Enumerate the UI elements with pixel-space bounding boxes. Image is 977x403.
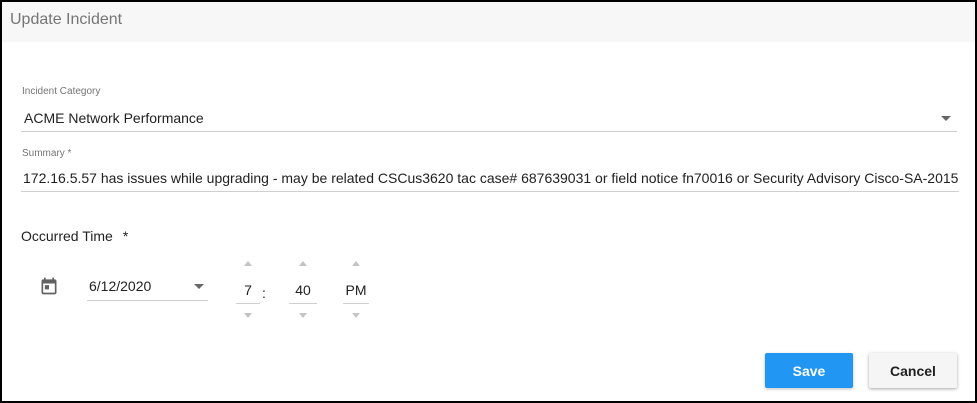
update-incident-dialog: Update Incident Incident Category ACME N… bbox=[0, 0, 977, 403]
increment-hour-icon[interactable] bbox=[244, 261, 252, 266]
save-button[interactable]: Save bbox=[765, 353, 853, 388]
cancel-button[interactable]: Cancel bbox=[869, 353, 957, 388]
hour-underline bbox=[236, 303, 260, 304]
calendar-icon[interactable] bbox=[39, 275, 59, 297]
increment-minute-icon[interactable] bbox=[299, 261, 307, 266]
summary-input[interactable]: Summary * 172.16.5.57 has issues while u… bbox=[21, 148, 959, 192]
incident-category-label: Incident Category bbox=[22, 86, 101, 97]
minute-value[interactable]: 40 bbox=[289, 276, 317, 304]
ampm-input[interactable]: PM bbox=[343, 276, 369, 304]
occurred-time-label: Occurred Time * bbox=[21, 228, 128, 244]
hour-input[interactable]: 7 bbox=[236, 276, 260, 304]
incident-category-underline bbox=[21, 131, 957, 132]
date-picker[interactable]: 6/12/2020 bbox=[87, 276, 208, 301]
chevron-down-icon[interactable] bbox=[194, 284, 204, 289]
time-separator: : bbox=[262, 285, 266, 301]
minute-input[interactable]: 40 bbox=[289, 276, 317, 304]
decrement-hour-icon[interactable] bbox=[244, 313, 252, 318]
decrement-minute-icon[interactable] bbox=[299, 313, 307, 318]
ampm-value[interactable]: PM bbox=[343, 276, 369, 304]
hour-value[interactable]: 7 bbox=[236, 276, 260, 304]
date-underline bbox=[87, 300, 208, 301]
occurred-time-label-text: Occurred Time bbox=[21, 228, 113, 244]
ampm-spinner: PM bbox=[343, 257, 369, 323]
summary-label: Summary * bbox=[22, 148, 72, 159]
required-marker: * bbox=[122, 228, 129, 244]
minute-spinner: 40 bbox=[289, 257, 317, 323]
summary-underline bbox=[21, 191, 959, 192]
increment-ampm-icon[interactable] bbox=[352, 261, 360, 266]
incident-category-select[interactable]: Incident Category ACME Network Performan… bbox=[21, 86, 957, 132]
summary-value[interactable]: 172.16.5.57 has issues while upgrading -… bbox=[23, 170, 959, 186]
dialog-header: Update Incident bbox=[2, 2, 975, 42]
incident-category-value[interactable]: ACME Network Performance bbox=[24, 110, 204, 126]
dialog-title: Update Incident bbox=[10, 11, 123, 28]
ampm-underline bbox=[343, 303, 369, 304]
decrement-ampm-icon[interactable] bbox=[352, 313, 360, 318]
minute-underline bbox=[289, 303, 317, 304]
hour-spinner: 7 bbox=[236, 257, 260, 323]
date-value[interactable]: 6/12/2020 bbox=[89, 278, 151, 294]
chevron-down-icon[interactable] bbox=[941, 116, 951, 121]
